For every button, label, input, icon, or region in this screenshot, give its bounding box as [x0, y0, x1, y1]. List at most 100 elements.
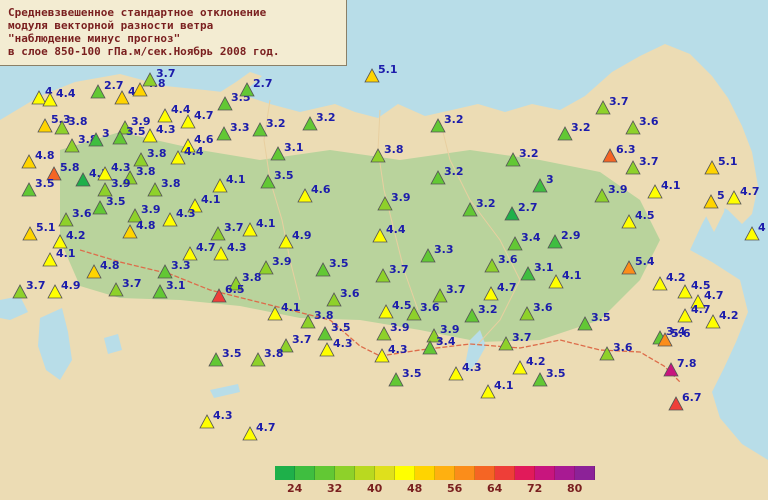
station-value-label: 4.4	[56, 87, 76, 100]
station-value-label: 3.2	[519, 147, 539, 160]
station-value-label: 4.2	[66, 229, 86, 242]
station-value-label: 4.1	[201, 193, 221, 206]
station-value-label: 6.3	[616, 143, 636, 156]
station-value-label: 3.7	[156, 67, 176, 80]
color-scale-tick-label: 40	[367, 482, 383, 495]
station-value-label: 3.7	[512, 331, 532, 344]
station-value-label: 3.2	[316, 111, 336, 124]
color-scale-tick-label: 32	[327, 482, 343, 495]
station-value-label: 4.7	[740, 185, 760, 198]
station-value-label: 3.4	[521, 231, 541, 244]
station-value-label: 4.2	[666, 271, 686, 284]
station-value-label: 3.2	[266, 117, 286, 130]
station-value-label: 3.6	[498, 253, 518, 266]
station-value-label: 2.7	[104, 79, 124, 92]
station-value-label: 4.2	[526, 355, 546, 368]
station-value-label: 3.1	[166, 279, 186, 292]
station-value-label: 4.8	[136, 219, 156, 232]
map-title-line-2: модуля векторной разности ветра	[8, 19, 214, 32]
color-scale-legend: 24 32 40 48 56 64 72 80	[275, 466, 595, 498]
station-value-label: 3.5	[591, 311, 611, 324]
station-value-label: 4.1	[661, 179, 681, 192]
station-value-label: 4.3	[213, 409, 233, 422]
map-title-line-1: Средневзвешенное стандартное отклонение	[8, 6, 267, 19]
color-scale-cell	[375, 466, 395, 480]
station-value-label: 3.8	[384, 143, 404, 156]
station-value-label: 3	[546, 173, 554, 186]
station-value-label: 5.6	[671, 327, 691, 340]
station-value-label: 3.6	[420, 301, 440, 314]
station-value-label: 2.7	[253, 77, 273, 90]
station-value-label: 4.2	[719, 309, 739, 322]
station-value-label: 4.3	[462, 361, 482, 374]
station-value-label: 3.6	[613, 341, 633, 354]
station-value-label: 3.8	[136, 165, 156, 178]
color-scale-cell	[455, 466, 475, 480]
station-value-label: 4.7	[691, 303, 711, 316]
station-value-label: 3.9	[391, 191, 411, 204]
color-scale-cell	[475, 466, 495, 480]
station-value-label: 3.3	[434, 243, 454, 256]
station-value-label: 3.5	[106, 195, 126, 208]
station-value-label: 4.4	[386, 223, 406, 236]
station-value-label: 4.7	[194, 109, 214, 122]
station-value-label: 4.1	[226, 173, 246, 186]
color-scale-cell	[535, 466, 555, 480]
color-scale-cell	[575, 466, 595, 480]
map-title-box: Средневзвешенное стандартное отклонение …	[0, 0, 347, 66]
station-value-label: 3.8	[161, 177, 181, 190]
station-value-label: 4.1	[56, 247, 76, 260]
color-scale-cell	[415, 466, 435, 480]
station-value-label: 4.9	[61, 279, 81, 292]
station-value-label: 3.1	[284, 141, 304, 154]
color-scale-cell	[395, 466, 415, 480]
station-value-label: 3.9	[272, 255, 292, 268]
color-scale-cell	[315, 466, 335, 480]
weather-map: 44.42.744.83.73.52.75.15.33.83.94.44.73.…	[0, 0, 768, 500]
color-scale-tick-label: 72	[527, 482, 543, 495]
station-value-label: 7.8	[677, 357, 697, 370]
station-value-label: 3.7	[26, 279, 46, 292]
color-scale-cell	[555, 466, 575, 480]
station-value-label: 4.1	[256, 217, 276, 230]
station-value-label: 4.7	[196, 241, 216, 254]
station-value-label: 3.2	[444, 113, 464, 126]
station-value-label: 3.5	[331, 321, 351, 334]
station-value-label: 3.5	[329, 257, 349, 270]
color-scale-cell	[355, 466, 375, 480]
station-value-label: 4.7	[256, 421, 276, 434]
station-value-label: 4.8	[35, 149, 55, 162]
station-value-label: 3.4	[436, 335, 456, 348]
station-value-label: 4.9	[292, 229, 312, 242]
station-value-label: 4.6	[311, 183, 331, 196]
station-value-label: 3.7	[609, 95, 629, 108]
station-value-label: 6.5	[225, 283, 245, 296]
station-value-label: 3.2	[476, 197, 496, 210]
station-value-label: 3.7	[122, 277, 142, 290]
map-title-line-4: в слое 850-100 гПа.м/сек.Ноябрь 2008 год…	[8, 45, 280, 58]
color-scale-tick-label: 80	[567, 482, 583, 495]
station-value-label: 3.5	[402, 367, 422, 380]
station-value-label: 3.5	[274, 169, 294, 182]
map-title-line-3: "наблюдение минус прогноз"	[8, 32, 181, 45]
station-value-label: 3.3	[230, 121, 250, 134]
color-scale-cell	[295, 466, 315, 480]
station-value-label: 3.7	[446, 283, 466, 296]
color-scale-cell	[435, 466, 455, 480]
station-value-label: 4.3	[111, 161, 131, 174]
station-value-label: 3.8	[147, 147, 167, 160]
station-value-label: 5.1	[36, 221, 56, 234]
station-value-label: 4.1	[281, 301, 301, 314]
station-value-label: 5.1	[378, 63, 398, 76]
station-value-label: 5.1	[718, 155, 738, 168]
station-value-label: 3.6	[72, 207, 92, 220]
station-value-label: 3.5	[222, 347, 242, 360]
station-value-label: 4.3	[227, 241, 247, 254]
color-scale-cell	[515, 466, 535, 480]
station-value-label: 4	[758, 221, 766, 234]
station-value-label: 4.1	[562, 269, 582, 282]
station-value-label: 3.6	[340, 287, 360, 300]
station-value-label: 2.7	[518, 201, 538, 214]
station-value-label: 3.6	[639, 115, 659, 128]
station-value-label: 4.4	[184, 145, 204, 158]
